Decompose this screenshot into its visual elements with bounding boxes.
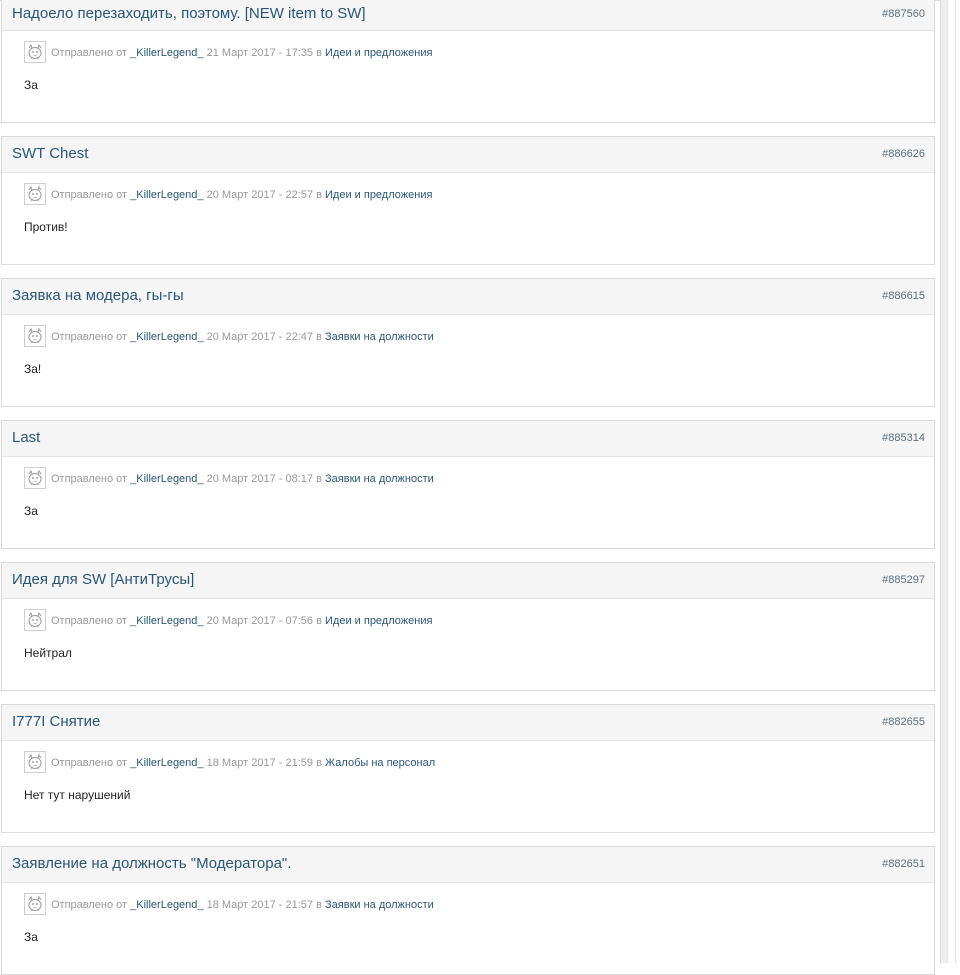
avatar-icon[interactable] xyxy=(24,183,46,205)
post-id-link[interactable]: #885314 xyxy=(882,432,925,444)
in-label: в xyxy=(316,189,322,201)
post-list: Надоело перезаходить, поэтому. [NEW item… xyxy=(0,0,940,975)
sent-by-label: Отправлено от xyxy=(51,615,128,627)
post-date: 20 Март 2017 - 22:57 xyxy=(206,189,314,201)
edge-divider xyxy=(955,0,956,963)
avatar-icon[interactable] xyxy=(24,609,46,631)
post-id-link[interactable]: #886626 xyxy=(882,148,925,160)
post-date: 18 Март 2017 - 21:59 xyxy=(206,757,314,769)
post-meta: Отправлено от _KillerLegend_ 20 Март 201… xyxy=(51,331,434,343)
post-meta: Отправлено от _KillerLegend_ 21 Март 201… xyxy=(51,47,432,59)
sent-by-label: Отправлено от xyxy=(51,189,128,201)
post-card: Идея для SW [АнтиТрусы] #885297 Отправле… xyxy=(1,562,935,691)
post-body: Отправлено от _KillerLegend_ 18 Март 201… xyxy=(2,883,934,973)
post-title-link[interactable]: I777I Снятие xyxy=(12,713,100,730)
post-id-link[interactable]: #882651 xyxy=(882,858,925,870)
post-date: 21 Март 2017 - 17:35 xyxy=(206,47,314,59)
post-content: За xyxy=(24,930,38,944)
sent-by-label: Отправлено от xyxy=(51,757,128,769)
sent-by-label: Отправлено от xyxy=(51,473,128,485)
avatar-icon[interactable] xyxy=(24,41,46,63)
post-card: Заявление на должность "Модератора". #88… xyxy=(1,846,935,975)
author-link[interactable]: _KillerLegend_ xyxy=(130,899,203,911)
post-content: Нет тут нарушений xyxy=(24,788,131,802)
post-content: За! xyxy=(24,362,42,376)
in-label: в xyxy=(316,757,322,769)
post-id-link[interactable]: #887560 xyxy=(882,8,925,20)
post-body: Отправлено от _KillerLegend_ 20 Март 201… xyxy=(2,457,934,547)
post-header: Заявление на должность "Модератора". #88… xyxy=(2,847,934,883)
post-body: Отправлено от _KillerLegend_ 18 Март 201… xyxy=(2,741,934,831)
post-body: Отправлено от _KillerLegend_ 20 Март 201… xyxy=(2,173,934,263)
post-date: 18 Март 2017 - 21:57 xyxy=(206,899,314,911)
post-date: 20 Март 2017 - 22:47 xyxy=(206,331,314,343)
post-meta: Отправлено от _KillerLegend_ 20 Март 201… xyxy=(51,615,432,627)
post-content: Против! xyxy=(24,220,68,234)
sent-by-label: Отправлено от xyxy=(51,47,128,59)
post-content: За xyxy=(24,78,38,92)
post-title-link[interactable]: Надоело перезаходить, поэтому. [NEW item… xyxy=(12,5,366,22)
in-label: в xyxy=(316,899,322,911)
sent-by-label: Отправлено от xyxy=(51,899,128,911)
post-header: Надоело перезаходить, поэтому. [NEW item… xyxy=(2,0,934,31)
author-link[interactable]: _KillerLegend_ xyxy=(130,189,203,201)
author-link[interactable]: _KillerLegend_ xyxy=(130,473,203,485)
in-label: в xyxy=(316,615,322,627)
forum-link[interactable]: Заявки на должности xyxy=(325,899,434,911)
post-card: Надоело перезаходить, поэтому. [NEW item… xyxy=(1,0,935,123)
post-title-link[interactable]: Заявление на должность "Модератора". xyxy=(12,855,291,872)
avatar-icon[interactable] xyxy=(24,467,46,489)
post-date: 20 Март 2017 - 07:56 xyxy=(206,615,314,627)
post-header: Last #885314 xyxy=(2,421,934,457)
avatar-icon[interactable] xyxy=(24,325,46,347)
author-link[interactable]: _KillerLegend_ xyxy=(130,615,203,627)
post-meta: Отправлено от _KillerLegend_ 18 Март 201… xyxy=(51,899,434,911)
post-header: I777I Снятие #882655 xyxy=(2,705,934,741)
post-body: Отправлено от _KillerLegend_ 20 Март 201… xyxy=(2,315,934,405)
post-header: SWT Chest #886626 xyxy=(2,137,934,173)
post-body: Отправлено от _KillerLegend_ 20 Март 201… xyxy=(2,599,934,689)
author-link[interactable]: _KillerLegend_ xyxy=(130,47,203,59)
post-id-link[interactable]: #885297 xyxy=(882,574,925,586)
post-title-link[interactable]: Last xyxy=(12,429,40,446)
post-meta: Отправлено от _KillerLegend_ 20 Март 201… xyxy=(51,189,432,201)
author-link[interactable]: _KillerLegend_ xyxy=(130,331,203,343)
avatar-icon[interactable] xyxy=(24,751,46,773)
sent-by-label: Отправлено от xyxy=(51,331,128,343)
post-id-link[interactable]: #882655 xyxy=(882,716,925,728)
post-header: Заявка на модера, гы-гы #886615 xyxy=(2,279,934,315)
post-id-link[interactable]: #886615 xyxy=(882,290,925,302)
in-label: в xyxy=(316,47,322,59)
forum-link[interactable]: Идеи и предложения xyxy=(325,47,432,59)
forum-link[interactable]: Идеи и предложения xyxy=(325,189,432,201)
post-header: Идея для SW [АнтиТрусы] #885297 xyxy=(2,563,934,599)
post-card: I777I Снятие #882655 Отправлено от _Kill… xyxy=(1,704,935,833)
in-label: в xyxy=(316,331,322,343)
post-title-link[interactable]: Идея для SW [АнтиТрусы] xyxy=(12,571,194,588)
avatar-icon[interactable] xyxy=(24,893,46,915)
forum-link[interactable]: Идеи и предложения xyxy=(325,615,432,627)
post-card: SWT Chest #886626 Отправлено от _KillerL… xyxy=(1,136,935,265)
forum-link[interactable]: Заявки на должности xyxy=(325,473,434,485)
post-title-link[interactable]: SWT Chest xyxy=(12,145,88,162)
post-date: 20 Март 2017 - 08:17 xyxy=(206,473,314,485)
post-content: Нейтрал xyxy=(24,646,72,660)
forum-link[interactable]: Жалобы на персонал xyxy=(325,757,435,769)
post-body: Отправлено от _KillerLegend_ 21 Март 201… xyxy=(2,31,934,121)
forum-link[interactable]: Заявки на должности xyxy=(325,331,434,343)
post-content: За xyxy=(24,504,38,518)
post-title-link[interactable]: Заявка на модера, гы-гы xyxy=(12,287,184,304)
post-card: Заявка на модера, гы-гы #886615 Отправле… xyxy=(1,278,935,407)
post-card: Last #885314 Отправлено от _KillerLegend… xyxy=(1,420,935,549)
in-label: в xyxy=(316,473,322,485)
post-meta: Отправлено от _KillerLegend_ 20 Март 201… xyxy=(51,473,434,485)
right-scroll-rail[interactable] xyxy=(940,0,948,963)
post-meta: Отправлено от _KillerLegend_ 18 Март 201… xyxy=(51,757,435,769)
author-link[interactable]: _KillerLegend_ xyxy=(130,757,203,769)
